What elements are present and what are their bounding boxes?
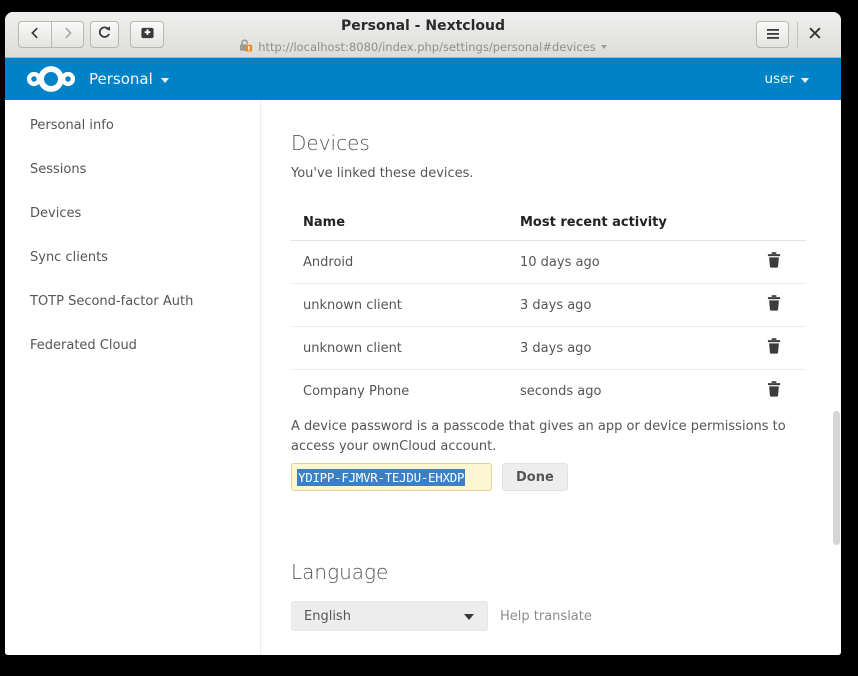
device-name: unknown client <box>291 327 508 370</box>
sidebar-item-label: Federated Cloud <box>30 338 137 353</box>
delete-device-button[interactable] <box>767 252 781 268</box>
done-button[interactable]: Done <box>502 463 568 491</box>
browser-titlebar: Personal - Nextcloud http://localhost:80… <box>5 12 841 58</box>
titlebar-text: Personal - Nextcloud http://localhost:80… <box>175 16 671 56</box>
sidebar-item-sync-clients[interactable]: Sync clients <box>5 235 260 279</box>
nav-button-group <box>18 21 84 48</box>
settings-main: Devices You've linked these devices. Nam… <box>261 100 841 655</box>
sidebar-item-label: Sessions <box>30 162 86 177</box>
menu-button[interactable] <box>756 21 789 48</box>
devices-section-title: Devices <box>291 131 841 155</box>
delete-device-button[interactable] <box>767 381 781 397</box>
forward-button[interactable] <box>51 21 84 48</box>
devices-table: Name Most recent activity Android 10 day… <box>291 208 806 412</box>
close-button[interactable]: ✕ <box>801 20 829 48</box>
device-activity: 3 days ago <box>508 327 721 370</box>
sidebar-item-label: Sync clients <box>30 250 108 265</box>
device-password-row: YDIPP-FJMVR-TEJDU-EHXDP Done <box>291 463 841 491</box>
refresh-icon <box>97 25 112 44</box>
nextcloud-logo-icon[interactable] <box>25 62 77 96</box>
user-menu-label: user <box>765 71 794 87</box>
device-activity: 3 days ago <box>508 284 721 327</box>
device-row: Company Phone seconds ago <box>291 370 806 413</box>
device-password-note: A device password is a passcode that giv… <box>291 417 803 456</box>
user-menu[interactable]: user <box>765 71 809 87</box>
language-row: English Help translate <box>291 601 841 631</box>
scrollbar-thumb[interactable] <box>833 411 840 545</box>
delete-device-button[interactable] <box>767 338 781 354</box>
app-menu-label: Personal <box>89 70 153 88</box>
column-header-activity: Most recent activity <box>508 208 721 241</box>
sidebar-item-totp[interactable]: TOTP Second-factor Auth <box>5 279 260 323</box>
window-title: Personal - Nextcloud <box>175 16 671 36</box>
device-name: Company Phone <box>291 370 508 413</box>
address-bar[interactable]: http://localhost:8080/index.php/settings… <box>175 37 671 56</box>
device-password-input[interactable]: YDIPP-FJMVR-TEJDU-EHXDP <box>291 463 492 491</box>
app-menu[interactable]: Personal <box>89 70 169 88</box>
chevron-down-icon <box>161 78 169 83</box>
url-dropdown-icon[interactable] <box>601 45 607 49</box>
back-icon <box>28 25 42 44</box>
trash-icon <box>767 299 781 314</box>
device-password-value: YDIPP-FJMVR-TEJDU-EHXDP <box>297 469 465 486</box>
settings-page: Personal info Sessions Devices Sync clie… <box>5 100 841 655</box>
back-button[interactable] <box>18 21 51 48</box>
language-section-title: Language <box>291 560 841 584</box>
close-icon: ✕ <box>807 23 823 45</box>
device-row: unknown client 3 days ago <box>291 284 806 327</box>
chevron-down-icon <box>801 78 809 83</box>
help-translate-link[interactable]: Help translate <box>500 609 592 624</box>
hamburger-icon <box>766 25 780 44</box>
new-tab-button[interactable] <box>130 21 164 48</box>
language-select[interactable]: English <box>291 601 488 631</box>
devices-table-header: Name Most recent activity <box>291 208 806 241</box>
device-activity: seconds ago <box>508 370 721 413</box>
refresh-button[interactable] <box>90 21 119 48</box>
delete-device-button[interactable] <box>767 295 781 311</box>
devices-subtitle: You've linked these devices. <box>291 166 841 181</box>
column-header-name: Name <box>291 208 508 241</box>
device-name: Android <box>291 241 508 284</box>
sidebar-item-personal-info[interactable]: Personal info <box>5 103 260 147</box>
device-row: unknown client 3 days ago <box>291 327 806 370</box>
column-header-actions <box>721 208 806 241</box>
device-row: Android 10 days ago <box>291 241 806 284</box>
browser-window: Personal - Nextcloud http://localhost:80… <box>5 12 841 655</box>
trash-icon <box>767 256 781 271</box>
settings-sidebar: Personal info Sessions Devices Sync clie… <box>5 100 261 655</box>
forward-icon <box>61 25 75 44</box>
sidebar-item-label: Devices <box>30 206 81 221</box>
language-selected-value: English <box>304 609 351 624</box>
sidebar-item-federated-cloud[interactable]: Federated Cloud <box>5 323 260 367</box>
desktop-background: Personal - Nextcloud http://localhost:80… <box>0 0 858 676</box>
select-arrow-icon <box>464 614 474 620</box>
trash-icon <box>767 385 781 400</box>
sidebar-item-sessions[interactable]: Sessions <box>5 147 260 191</box>
nextcloud-header: Personal user <box>5 58 841 100</box>
new-tab-icon <box>140 25 155 44</box>
sidebar-item-label: TOTP Second-factor Auth <box>30 294 193 309</box>
sidebar-item-devices[interactable]: Devices <box>5 191 260 235</box>
device-name: unknown client <box>291 284 508 327</box>
sidebar-item-label: Personal info <box>30 118 114 133</box>
device-activity: 10 days ago <box>508 241 721 284</box>
insecure-lock-icon <box>239 37 253 56</box>
url-text: http://localhost:8080/index.php/settings… <box>258 40 596 54</box>
trash-icon <box>767 342 781 357</box>
titlebar-separator <box>797 22 798 48</box>
